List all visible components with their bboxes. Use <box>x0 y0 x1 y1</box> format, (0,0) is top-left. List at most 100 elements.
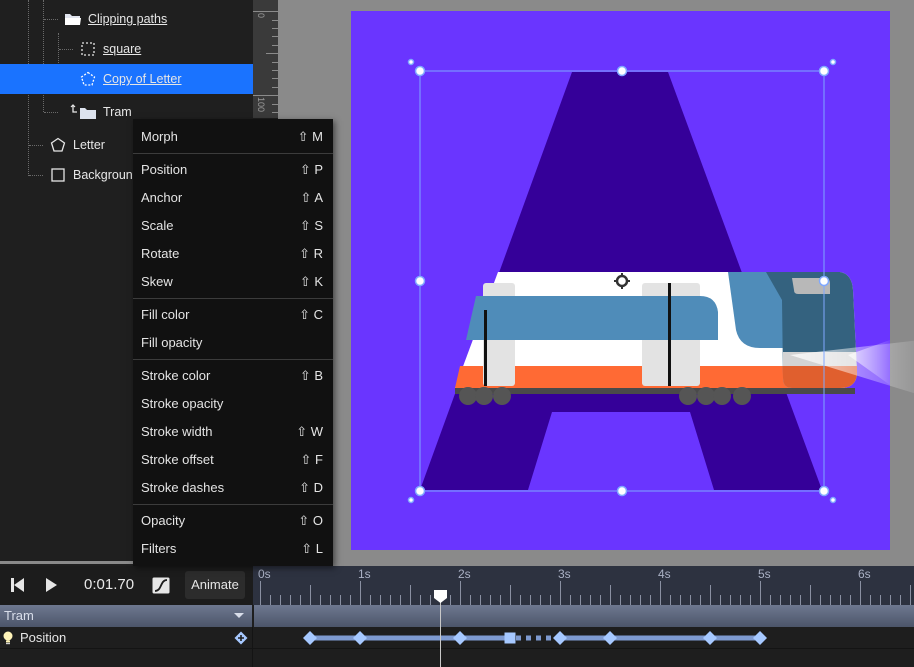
resize-handle[interactable] <box>414 485 426 497</box>
timeline-tick <box>740 595 741 605</box>
menu-label: Fill color <box>141 307 190 322</box>
timeline-tick <box>910 585 911 605</box>
menu-label: Filters <box>141 541 177 556</box>
canvas-area[interactable] <box>278 0 914 566</box>
timeline-tick <box>390 595 391 605</box>
layer-label: square <box>103 42 142 56</box>
keyframe-diamond[interactable] <box>353 631 367 645</box>
easing-curve-icon[interactable] <box>152 577 170 594</box>
resize-handle[interactable] <box>818 485 830 497</box>
timeline-tick <box>770 595 771 605</box>
menu-shortcut: ⇧ D <box>299 480 323 495</box>
ruler-label: 100 <box>256 97 266 113</box>
rotate-handle[interactable] <box>829 496 837 504</box>
menu-item-rotate[interactable]: Rotate ⇧ R <box>133 239 333 267</box>
menu-shortcut: ⇧ A <box>300 190 323 205</box>
ruler-tick <box>253 95 278 96</box>
timeline-tick <box>660 581 661 605</box>
timeline-tick <box>850 595 851 605</box>
timeline-tick <box>470 595 471 605</box>
menu-item-stroke-width[interactable]: Stroke width ⇧ W <box>133 417 333 445</box>
timeline-tick <box>600 595 601 605</box>
menu-label: Fill opacity <box>141 335 203 350</box>
hold-keyframe[interactable] <box>504 632 516 644</box>
timeline-tick <box>490 595 491 605</box>
play-icon[interactable] <box>42 576 60 594</box>
playhead-handle[interactable] <box>434 590 447 603</box>
square-icon <box>51 168 65 182</box>
timeline-tick <box>450 595 451 605</box>
resize-handle[interactable] <box>616 65 628 77</box>
resize-handle[interactable] <box>616 485 628 497</box>
menu-label: Stroke color <box>141 368 211 383</box>
menu-item-stroke-color[interactable]: Stroke color ⇧ B <box>133 361 333 389</box>
timeline-tick <box>900 595 901 605</box>
rotate-handle[interactable] <box>829 58 837 66</box>
menu-item-fill-opacity[interactable]: Fill opacity <box>133 328 333 356</box>
menu-item-skew[interactable]: Skew ⇧ K <box>133 267 333 295</box>
resize-handle[interactable] <box>818 65 830 77</box>
menu-item-morph[interactable]: Morph ⇧ M <box>133 122 333 150</box>
menu-shortcut: ⇧ W <box>296 424 323 439</box>
menu-item-scale[interactable]: Scale ⇧ S <box>133 211 333 239</box>
ruler-label: 0 <box>256 13 266 19</box>
timeline-tick <box>800 595 801 605</box>
timeline-tick <box>760 581 761 605</box>
resize-handle[interactable] <box>414 275 426 287</box>
layer-item-clipping-paths[interactable]: Clipping paths <box>0 4 253 34</box>
keyframe-diamond[interactable] <box>303 631 317 645</box>
timeline-tick <box>500 595 501 605</box>
rotate-handle[interactable] <box>407 496 415 504</box>
artboard[interactable] <box>278 0 914 566</box>
keyframe-diamond[interactable] <box>753 631 767 645</box>
keyframe-diamond[interactable] <box>703 631 717 645</box>
layers-horizontal-scrollbar[interactable] <box>0 561 133 564</box>
menu-label: Scale <box>141 218 174 233</box>
timeline-ruler-label: 6s <box>858 567 871 581</box>
menu-label: Anchor <box>141 190 183 205</box>
resize-handle[interactable] <box>818 275 830 287</box>
layer-item-copy-of-letter[interactable]: Copy of Letter <box>0 64 253 94</box>
skip-to-start-icon[interactable] <box>8 576 26 594</box>
keyframe-track[interactable] <box>0 627 914 667</box>
current-time[interactable]: 0:01.70 <box>84 576 134 593</box>
timeline-group-row[interactable]: Tram <box>0 605 914 627</box>
timeline-tick <box>550 595 551 605</box>
tram-group[interactable] <box>440 272 914 405</box>
menu-item-position[interactable]: Position ⇧ P <box>133 155 333 183</box>
menu-shortcut: ⇧ B <box>299 368 323 383</box>
timeline-tick <box>680 595 681 605</box>
layer-label: Tram <box>103 105 132 119</box>
animate-button[interactable]: Animate <box>185 571 245 599</box>
menu-item-filters[interactable]: Filters ⇧ L <box>133 534 333 562</box>
timeline-tick <box>410 585 411 605</box>
menu-item-stroke-opacity[interactable]: Stroke opacity <box>133 389 333 417</box>
timeline-ruler[interactable]: 0s 1s 2s 3s 4s 5s 6s <box>253 566 914 605</box>
timeline-tick <box>360 581 361 605</box>
keyframe-diamond[interactable] <box>453 631 467 645</box>
timeline-tick <box>870 595 871 605</box>
timeline-tick <box>520 595 521 605</box>
timeline-tick <box>430 595 431 605</box>
timeline-tick <box>730 595 731 605</box>
keyframe-diamond[interactable] <box>553 631 567 645</box>
context-menu: Morph ⇧ M Position ⇧ P Anchor ⇧ A Scale ⇧ S … <box>133 119 333 566</box>
collapse-caret-icon[interactable] <box>234 613 244 618</box>
keyframe-diamond[interactable] <box>603 631 617 645</box>
timeline-tick <box>370 595 371 605</box>
folder-linked-icon <box>70 104 96 119</box>
timeline-tick <box>820 595 821 605</box>
menu-label: Stroke width <box>141 424 213 439</box>
menu-item-fill-color[interactable]: Fill color ⇧ C <box>133 300 333 328</box>
menu-item-stroke-dashes[interactable]: Stroke dashes ⇧ D <box>133 473 333 501</box>
rotate-handle[interactable] <box>407 58 415 66</box>
timeline-tick <box>260 581 261 605</box>
menu-shortcut: ⇧ L <box>301 541 323 556</box>
menu-item-anchor[interactable]: Anchor ⇧ A <box>133 183 333 211</box>
timeline-tick <box>510 585 511 605</box>
menu-item-stroke-offset[interactable]: Stroke offset ⇧ F <box>133 445 333 473</box>
menu-item-opacity[interactable]: Opacity ⇧ O <box>133 506 333 534</box>
resize-handle[interactable] <box>414 65 426 77</box>
menu-shortcut: ⇧ C <box>299 307 323 322</box>
layer-item-square[interactable]: square <box>0 34 253 64</box>
